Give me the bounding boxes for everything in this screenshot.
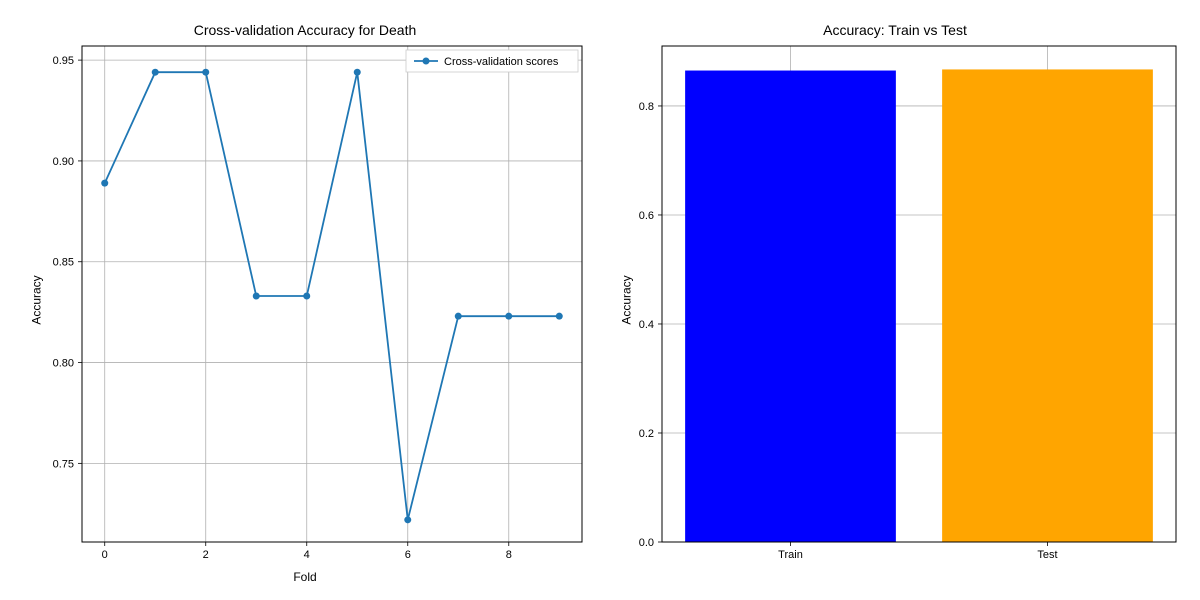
svg-text:0.0: 0.0 <box>639 537 654 549</box>
svg-text:0.4: 0.4 <box>639 319 654 331</box>
svg-text:6: 6 <box>405 549 411 561</box>
svg-text:0.95: 0.95 <box>53 55 74 67</box>
svg-text:8: 8 <box>506 549 512 561</box>
figure: Cross-validation Accuracy for Death Accu… <box>0 0 1200 600</box>
svg-text:0.2: 0.2 <box>639 428 654 440</box>
svg-text:Train: Train <box>778 549 803 561</box>
left-title: Cross-validation Accuracy for Death <box>10 22 600 38</box>
bar-chart: 0.0 0.2 0.4 0.6 0.8 Train Test <box>600 10 1190 590</box>
legend: Cross-validation scores <box>406 50 578 72</box>
svg-text:0.85: 0.85 <box>53 257 74 269</box>
svg-text:0.80: 0.80 <box>53 358 74 370</box>
left-panel: Cross-validation Accuracy for Death Accu… <box>10 10 600 590</box>
svg-text:Cross-validation scores: Cross-validation scores <box>444 56 559 68</box>
svg-text:0.8: 0.8 <box>639 101 654 113</box>
svg-text:0.6: 0.6 <box>639 210 654 222</box>
svg-text:4: 4 <box>304 549 310 561</box>
left-ylabel: Accuracy <box>30 275 44 324</box>
svg-text:0.75: 0.75 <box>53 458 74 470</box>
right-title: Accuracy: Train vs Test <box>600 22 1190 38</box>
svg-text:0.90: 0.90 <box>53 156 74 168</box>
svg-text:2: 2 <box>203 549 209 561</box>
line-chart: 024680.750.800.850.900.95Cross-validatio… <box>10 10 600 590</box>
left-xlabel: Fold <box>10 570 600 584</box>
right-ylabel: Accuracy <box>620 275 634 324</box>
svg-text:Test: Test <box>1037 549 1057 561</box>
svg-text:0: 0 <box>102 549 108 561</box>
right-panel: Accuracy: Train vs Test Accuracy 0.00.20… <box>600 10 1190 590</box>
